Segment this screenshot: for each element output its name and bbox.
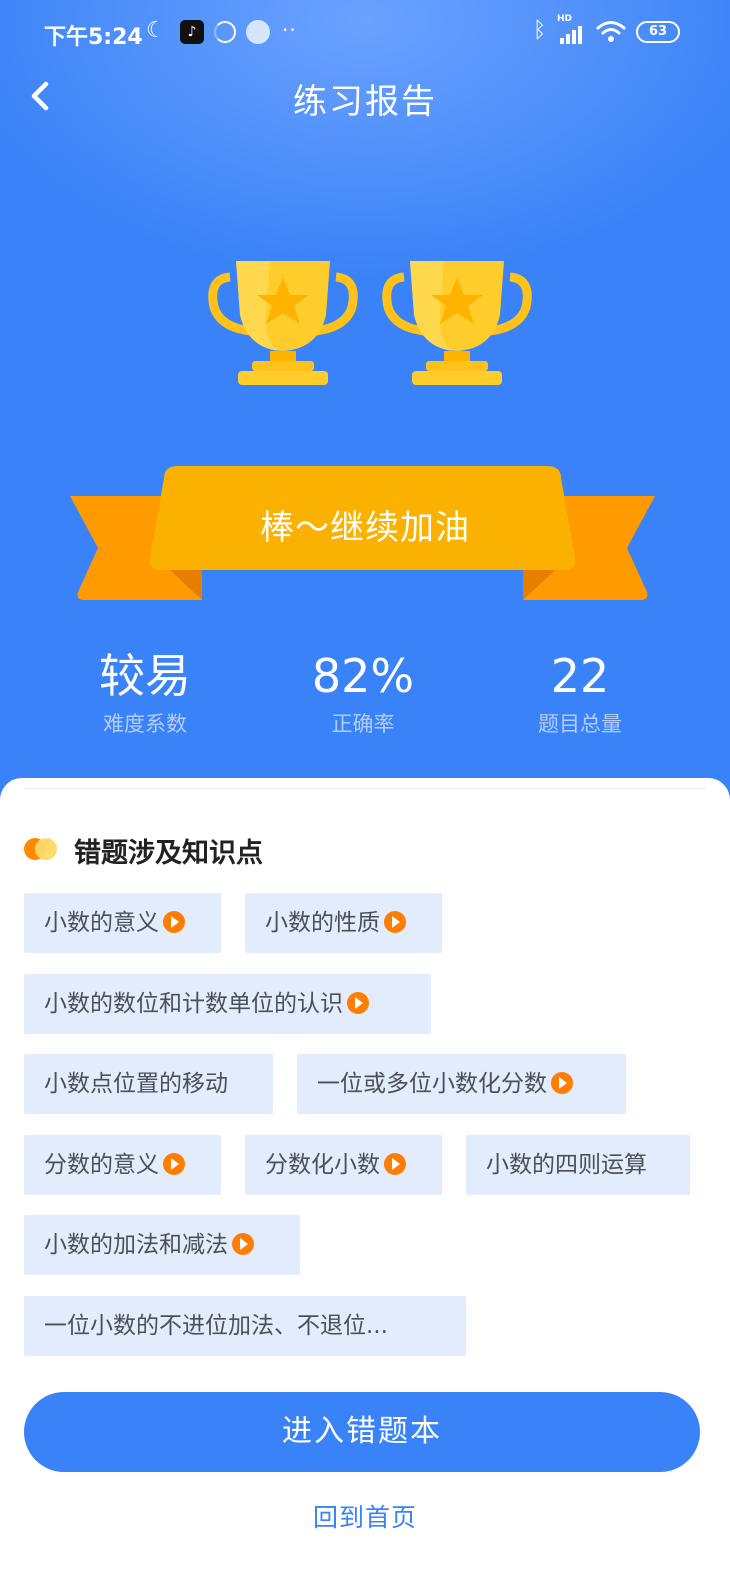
tag-label: 小数点位置的移动: [44, 1071, 228, 1097]
bluetooth-icon: ᛒ: [533, 18, 547, 43]
knowledge-tag[interactable]: 分数化小数: [245, 1135, 442, 1195]
tag-label: 小数的性质: [265, 910, 380, 936]
wifi-icon: [596, 21, 626, 42]
status-bar: 下午5:24 ☾ ♪ ·· ᛒ HD 63: [0, 0, 730, 66]
play-video-icon[interactable]: [232, 1232, 254, 1255]
loading-ring-icon: [214, 21, 236, 43]
knowledge-tag[interactable]: 小数的四则运算: [466, 1135, 690, 1195]
more-dots-icon: ··: [282, 18, 297, 42]
stat-label: 难度系数: [103, 712, 187, 736]
tag-label: 小数的加法和减法: [44, 1232, 228, 1258]
play-video-icon[interactable]: [384, 1152, 406, 1175]
tag-label: 小数的数位和计数单位的认识: [44, 991, 343, 1017]
play-video-icon[interactable]: [384, 910, 406, 933]
cloud-app-icon: [246, 20, 270, 44]
stat-label: 题目总量: [538, 712, 622, 736]
play-video-icon[interactable]: [163, 910, 185, 933]
stat-value: 22: [550, 649, 610, 703]
back-to-home-link[interactable]: 回到首页: [0, 1498, 730, 1534]
knowledge-tag[interactable]: 小数的意义: [24, 893, 221, 953]
knowledge-tag[interactable]: 一位小数的不进位加法、不退位...: [24, 1296, 466, 1356]
play-video-icon[interactable]: [551, 1071, 573, 1094]
network-type: HD: [557, 14, 573, 24]
play-video-icon[interactable]: [163, 1152, 185, 1175]
tag-label: 分数的意义: [44, 1152, 159, 1178]
enter-mistake-book-button[interactable]: 进入错题本: [24, 1392, 700, 1472]
tag-label: 小数的意义: [44, 910, 159, 936]
status-time: 下午5:24: [44, 25, 143, 50]
tag-label: 分数化小数: [265, 1152, 380, 1178]
knowledge-tag[interactable]: 小数的加法和减法: [24, 1215, 300, 1275]
knowledge-tag[interactable]: 小数点位置的移动: [24, 1054, 273, 1114]
knowledge-tag[interactable]: 一位或多位小数化分数: [297, 1054, 626, 1114]
stat-label: 正确率: [331, 712, 395, 736]
stat-value: 较易: [99, 649, 191, 703]
trophy-icon: [382, 261, 532, 385]
tag-label: 一位小数的不进位加法、不退位...: [44, 1313, 388, 1339]
tag-label: 小数的四则运算: [486, 1152, 647, 1178]
play-video-icon[interactable]: [347, 991, 369, 1014]
stat-difficulty: 较易 难度系数: [45, 648, 245, 738]
tag-label: 一位或多位小数化分数: [317, 1071, 547, 1097]
section-title: 错题涉及知识点: [74, 838, 263, 869]
moon-icon: ☾: [146, 18, 166, 43]
knowledge-tag[interactable]: 小数的性质: [245, 893, 442, 953]
trophy-icon: [208, 261, 358, 385]
stat-accuracy: 82% 正确率: [263, 648, 463, 738]
stat-value: 82%: [311, 649, 415, 703]
stat-total-questions: 22 题目总量: [480, 648, 680, 738]
signal-icon: [560, 26, 588, 44]
knowledge-tag[interactable]: 分数的意义: [24, 1135, 221, 1195]
knowledge-tag[interactable]: 小数的数位和计数单位的认识: [24, 974, 431, 1034]
tiktok-icon: ♪: [180, 20, 204, 44]
ribbon-text: 棒～继续加油: [260, 508, 470, 548]
battery-icon: 63: [636, 21, 680, 43]
page-title: 练习报告: [293, 82, 437, 122]
section-dots-icon: [24, 838, 58, 860]
divider: [24, 788, 706, 789]
